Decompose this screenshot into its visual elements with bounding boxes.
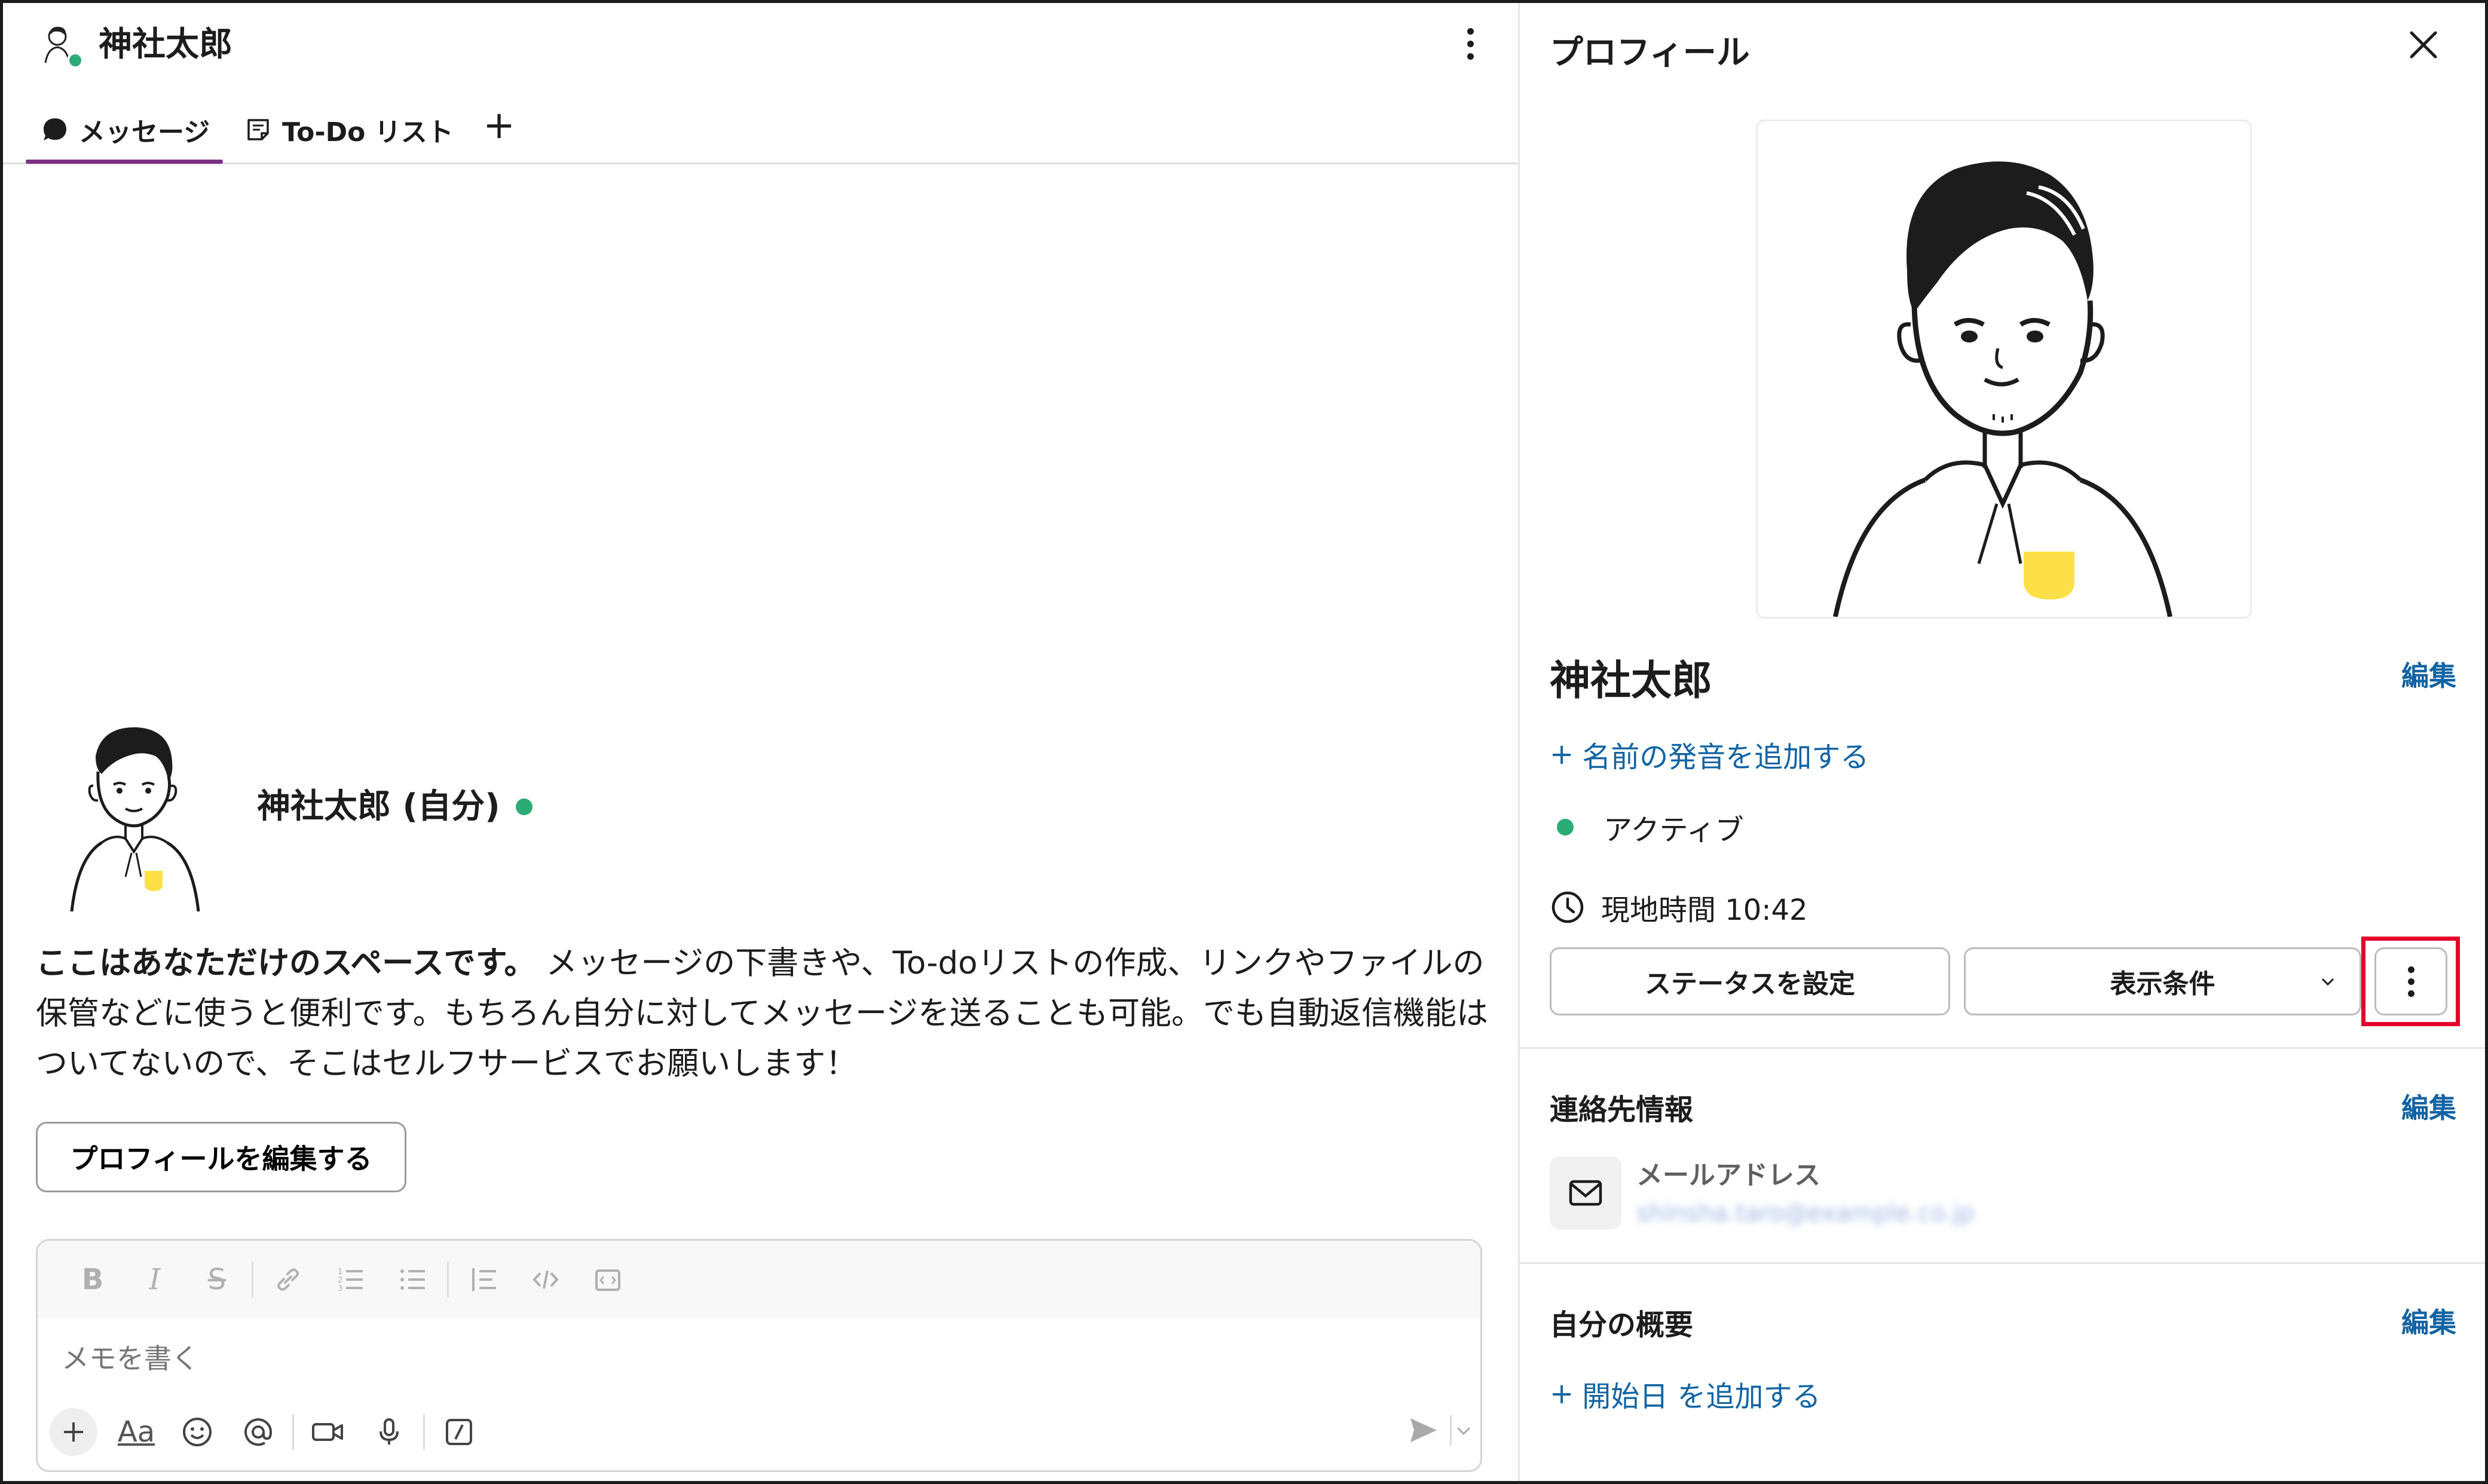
profile-panel-title: プロフィール — [1550, 33, 1750, 72]
about-me-title: 自分の概要 — [1550, 1308, 1694, 1342]
send-options-chevron-icon[interactable] — [1452, 1414, 1476, 1448]
dm-header: 神社太郎 — [3, 3, 1518, 87]
edit-contact-link[interactable]: 編集 — [2401, 1087, 2456, 1126]
presence-status: アクティブ — [1557, 806, 1744, 848]
ordered-list-icon[interactable]: 123 — [319, 1256, 381, 1304]
attach-plus-icon[interactable] — [50, 1408, 97, 1456]
highlight-annotation — [2361, 937, 2460, 1026]
presence-dot-icon — [1557, 819, 1574, 836]
blockquote-icon[interactable] — [452, 1256, 515, 1304]
italic-icon[interactable]: I — [124, 1256, 186, 1304]
bold-icon[interactable]: B — [62, 1256, 124, 1304]
plus-icon: + — [1550, 1377, 1574, 1410]
add-pronunciation-label: 名前の発音を追加する — [1582, 741, 1869, 774]
profile-panel: プロフィール 神社太郎 編集 + 名前の発音を追加する アクティブ 現地時間 1… — [1520, 3, 2485, 1481]
code-block-icon[interactable] — [577, 1256, 639, 1304]
toolbar-divider — [447, 1262, 449, 1298]
section-divider — [1520, 1262, 2485, 1264]
header-more-button[interactable] — [1452, 20, 1488, 68]
dm-pane: 神社太郎 メッセージ To-Do リスト + 神社太郎 (自分) ここはあなただ… — [3, 3, 1518, 1481]
profile-name: 神社太郎 — [1550, 657, 1713, 705]
toolbar-divider — [252, 1262, 253, 1298]
set-status-button[interactable]: ステータスを設定 — [1550, 947, 1950, 1015]
svg-text:1: 1 — [338, 1268, 342, 1277]
link-icon[interactable] — [257, 1256, 319, 1304]
mail-icon — [1569, 1180, 1602, 1206]
edit-profile-button[interactable]: プロフィールを編集する — [36, 1122, 406, 1192]
local-time-label: 現地時間 10:42 — [1601, 894, 1808, 927]
message-composer: B I S 123 メモを書く Aa — [36, 1239, 1482, 1472]
formatting-toolbar: B I S 123 — [38, 1241, 1480, 1318]
contact-info-title: 連絡先情報 — [1550, 1093, 1694, 1127]
composer-divider — [423, 1414, 425, 1450]
clock-icon — [1551, 891, 1584, 923]
presence-status-label: アクティブ — [1603, 813, 1744, 847]
slash-command-icon[interactable] — [429, 1406, 489, 1458]
user-avatar-icon[interactable] — [36, 21, 90, 75]
composer-divider — [292, 1414, 294, 1450]
tab-messages[interactable]: メッセージ — [42, 111, 210, 149]
strikethrough-icon[interactable]: S — [186, 1256, 248, 1304]
add-tab-button[interactable]: + — [478, 105, 520, 146]
note-icon — [247, 119, 269, 140]
intro-bold-text: ここはあなただけのスペースです。 — [36, 945, 536, 981]
intro-avatar[interactable] — [36, 714, 233, 911]
message-bubble-icon — [44, 118, 66, 140]
close-icon[interactable] — [2404, 26, 2443, 64]
edit-profile-link[interactable]: 編集 — [2401, 654, 2456, 694]
svg-text:2: 2 — [338, 1276, 342, 1285]
plus-icon: + — [1550, 738, 1574, 771]
video-camera-icon[interactable] — [298, 1406, 359, 1458]
text-format-icon[interactable]: Aa — [106, 1406, 167, 1458]
bullet-list-icon[interactable] — [381, 1256, 443, 1304]
mention-icon[interactable] — [228, 1406, 289, 1458]
svg-text:3: 3 — [338, 1284, 342, 1293]
send-icon[interactable] — [1403, 1409, 1445, 1451]
local-time: 現地時間 10:42 — [1550, 886, 1808, 928]
code-icon[interactable] — [515, 1256, 577, 1304]
tab-messages-label: メッセージ — [79, 117, 210, 148]
section-divider — [1520, 1047, 2485, 1049]
email-value[interactable]: shinsha.taro@example.co.jp — [1636, 1200, 1975, 1227]
active-tab-indicator — [26, 160, 223, 164]
edit-about-link[interactable]: 編集 — [2401, 1301, 2456, 1341]
chevron-down-icon — [2321, 978, 2334, 986]
tab-todo-label: To-Do リスト — [282, 117, 454, 148]
emoji-icon[interactable] — [167, 1406, 228, 1458]
composer-actions: Aa — [50, 1402, 489, 1462]
mail-icon-container — [1550, 1156, 1621, 1229]
tab-bar: メッセージ To-Do リスト + — [3, 93, 1518, 164]
intro-name-text[interactable]: 神社太郎 (自分) — [257, 786, 500, 828]
email-label: メールアドレス — [1636, 1160, 1820, 1191]
view-options-button[interactable]: 表示条件 — [1964, 947, 2361, 1015]
microphone-icon[interactable] — [359, 1406, 420, 1458]
presence-dot-icon — [515, 798, 533, 815]
intro-description: ここはあなただけのスペースです。 メッセージの下書きや、To-doリストの作成、… — [36, 938, 1494, 1089]
tab-todo[interactable]: To-Do リスト — [245, 111, 454, 149]
add-start-date-link[interactable]: + 開始日 を追加する — [1550, 1373, 1820, 1415]
add-pronunciation-link[interactable]: + 名前の発音を追加する — [1550, 733, 1869, 775]
dm-title[interactable]: 神社太郎 — [99, 26, 232, 64]
profile-photo[interactable] — [1756, 120, 2252, 619]
view-options-label: 表示条件 — [2110, 969, 2215, 999]
add-start-date-label: 開始日 を追加する — [1582, 1380, 1821, 1413]
message-input[interactable] — [62, 1342, 1436, 1375]
intro-name: 神社太郎 (自分) — [257, 786, 533, 828]
